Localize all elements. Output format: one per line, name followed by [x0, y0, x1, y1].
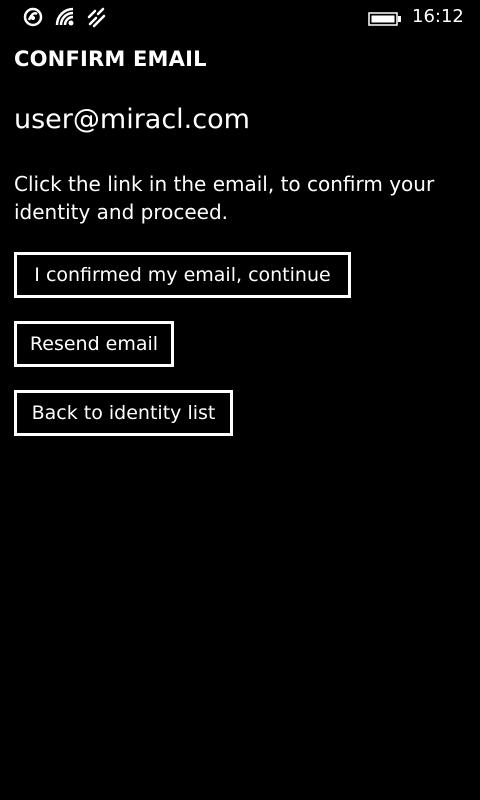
page-title: CONFIRM EMAIL	[14, 47, 207, 71]
back-to-identity-list-button[interactable]: Back to identity list	[14, 390, 233, 436]
status-bar: 16:12	[0, 0, 480, 34]
email-address: user@miracl.com	[14, 104, 250, 135]
battery-icon	[368, 11, 402, 30]
signal-icon	[86, 6, 108, 28]
status-time: 16:12	[412, 6, 464, 27]
confirmed-continue-button[interactable]: I confirmed my email, continue	[14, 252, 351, 298]
instructions-text: Click the link in the email, to confirm …	[14, 172, 435, 224]
resend-email-button[interactable]: Resend email	[14, 321, 174, 367]
nfc-icon	[22, 6, 44, 28]
wifi-icon	[54, 6, 76, 28]
